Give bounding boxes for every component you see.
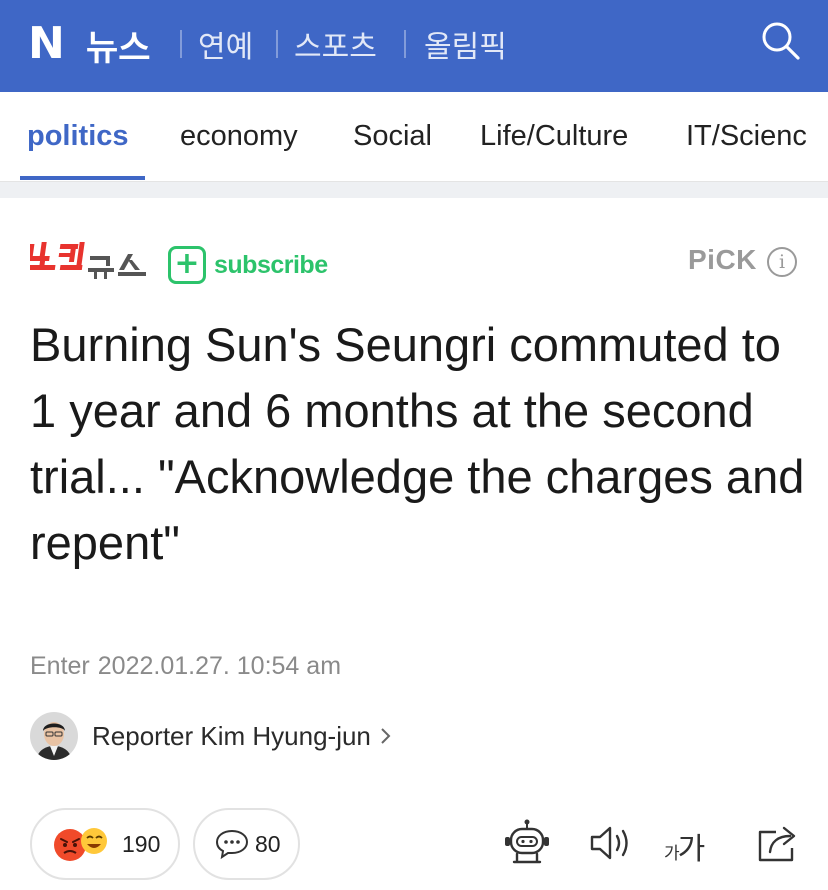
category-tabs: politics economy Social Life/Culture IT/… [0, 92, 828, 182]
chevron-right-icon [381, 728, 391, 744]
tab-life-culture[interactable]: Life/Culture [480, 120, 628, 153]
section-divider [0, 182, 828, 198]
nav-link-olympics[interactable]: 올림픽 [424, 22, 507, 66]
search-icon[interactable] [756, 16, 804, 64]
comment-icon [215, 829, 249, 860]
top-navigation-bar: N 뉴스 연예 스포츠 올림픽 [0, 0, 828, 92]
press-logo[interactable] [30, 240, 148, 282]
active-tab-indicator [20, 176, 145, 180]
info-icon[interactable]: i [767, 247, 797, 277]
comment-button[interactable]: 80 [193, 808, 300, 880]
tab-politics[interactable]: politics [27, 120, 129, 153]
pick-badge: PiCK [688, 244, 757, 275]
news-home-link[interactable]: 뉴스 [86, 20, 150, 71]
comment-count: 80 [255, 830, 281, 857]
font-size-button[interactable]: 가가 [664, 824, 706, 868]
reporter-link[interactable]: Reporter Kim Hyung-jun [30, 712, 393, 760]
subscribe-label: subscribe [214, 250, 328, 279]
plus-icon: + [168, 246, 206, 284]
reporter-name: Reporter Kim Hyung-jun [92, 720, 371, 751]
robot-summary-icon[interactable] [502, 818, 552, 868]
subscribe-button[interactable]: + subscribe [168, 246, 328, 284]
share-icon[interactable] [754, 818, 804, 868]
publish-date: Enter 2022.01.27. 10:54 am [30, 652, 341, 681]
divider [276, 30, 278, 58]
article-headline: Burning Sun's Seungri commuted to 1 year… [30, 318, 805, 569]
divider [180, 30, 182, 58]
reaction-button[interactable]: 190 [30, 808, 180, 880]
reporter-avatar [30, 712, 78, 760]
reaction-count: 190 [122, 830, 161, 857]
tab-social[interactable]: Social [353, 120, 432, 153]
font-size-large-label: 가 [677, 832, 706, 867]
font-size-small-label: 가 [664, 844, 680, 864]
nav-link-entertainment[interactable]: 연예 [198, 22, 253, 66]
naver-logo[interactable]: N [28, 18, 65, 69]
divider [404, 30, 406, 58]
tab-it-science[interactable]: IT/Scienc [686, 120, 807, 153]
nav-link-sports[interactable]: 스포츠 [294, 22, 377, 66]
speaker-icon[interactable] [586, 818, 636, 868]
reaction-emoji-icon [54, 828, 107, 861]
date-label: Enter [30, 652, 90, 680]
tab-economy[interactable]: economy [180, 120, 298, 153]
date-value: 2022.01.27. 10:54 am [97, 652, 342, 680]
